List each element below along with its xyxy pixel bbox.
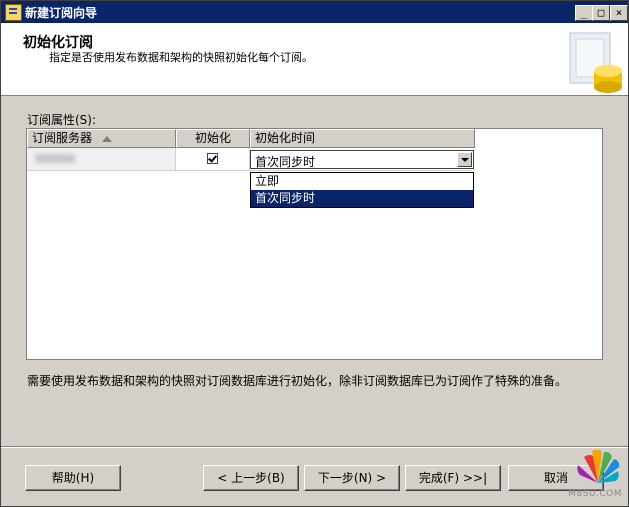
help-button[interactable]: 帮助(H) [25,465,121,491]
footer-separator [1,446,628,448]
column-header-subscriber-label: 订阅服务器 [32,131,93,145]
subscriber-name-redacted [35,154,75,163]
initialize-checkbox[interactable] [207,153,218,164]
sort-ascending-icon [102,135,113,142]
table-row[interactable]: 首次同步时 [27,148,475,171]
header-panel: 初始化订阅 指定是否使用发布数据和架构的快照初始化每个订阅。 [1,23,628,96]
maximize-button[interactable]: □ [592,5,610,21]
initialize-cell [176,148,250,170]
column-header-subscriber[interactable]: 订阅服务器 [27,129,176,148]
wizard-window: 新建订阅向导 _ □ × 初始化订阅 指定是否使用发布数据和架构的快照初始化每个… [0,0,629,507]
subscription-properties-label: 订阅属性(S): [27,113,97,127]
subscription-grid: 订阅服务器 初始化 初始化时间 首次同步时 立即 首次同步时 [26,128,603,360]
back-button[interactable]: < 上一步(B) [203,465,299,491]
title-bar[interactable]: 新建订阅向导 _ □ × [1,1,628,23]
dropdown-option-immediately[interactable]: 立即 [251,173,473,190]
column-header-init-time[interactable]: 初始化时间 [250,129,475,148]
finish-button[interactable]: 完成(F) >>| [405,465,501,491]
page-subtitle: 指定是否使用发布数据和架构的快照初始化每个订阅。 [49,51,313,64]
close-button[interactable]: × [610,5,628,21]
next-button[interactable]: 下一步(N) > [304,465,400,491]
wizard-app-icon [5,4,22,21]
dropdown-option-first-sync[interactable]: 首次同步时 [251,190,473,207]
init-time-value: 首次同步时 [255,155,316,169]
minimize-button[interactable]: _ [575,5,593,21]
column-header-initialize[interactable]: 初始化 [176,129,250,148]
chevron-down-icon[interactable] [457,152,472,167]
grid-header: 订阅服务器 初始化 初始化时间 [27,129,475,148]
description-text: 需要使用发布数据和架构的快照对订阅数据库进行初始化，除非订阅数据库已为订阅作了特… [27,374,568,388]
subscriber-cell[interactable] [27,148,176,170]
window-title: 新建订阅向导 [25,6,98,20]
init-time-dropdown: 立即 首次同步时 [250,172,474,208]
init-time-combobox[interactable]: 首次同步时 [250,150,474,169]
database-graphic-icon [569,32,622,93]
watermark-text: M8SU.COM [568,489,622,499]
